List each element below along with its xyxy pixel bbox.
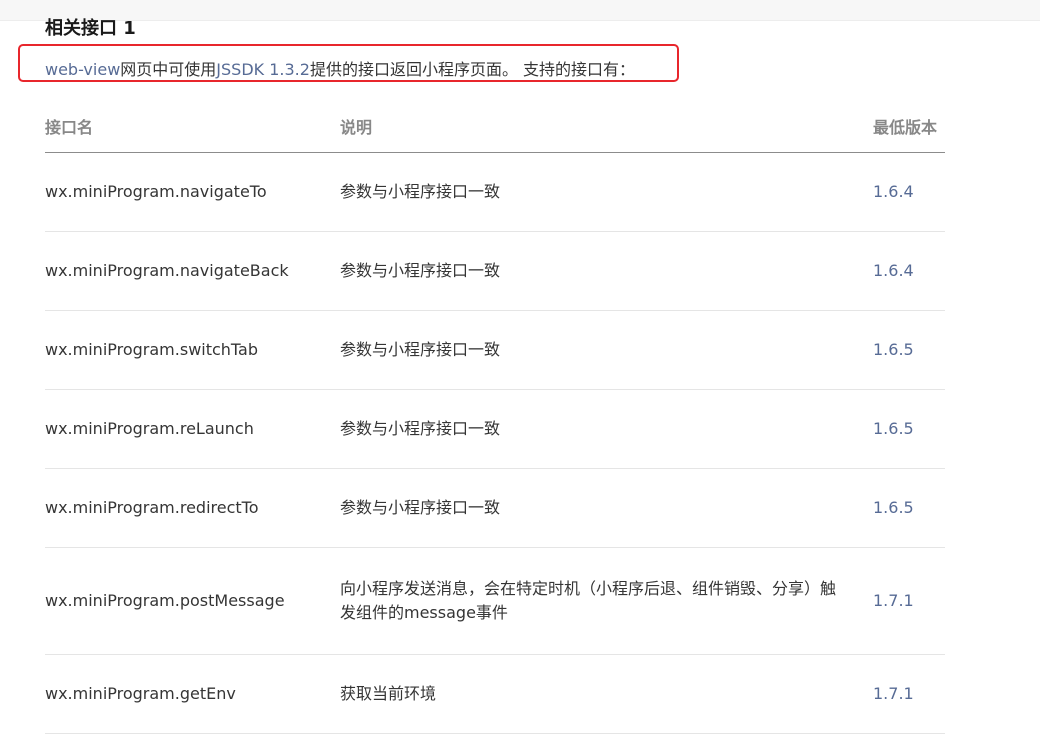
api-name: wx.miniProgram.navigateTo [45,152,340,232]
table-row: wx.miniProgram.getEnv 获取当前环境 1.7.1 [45,654,945,734]
api-version: 1.6.4 [873,152,945,232]
api-description: 参数与小程序接口一致 [340,310,873,390]
header-description: 说明 [340,100,873,153]
api-name: wx.miniProgram.redirectTo [45,468,340,548]
jssdk-link[interactable]: JSSDK 1.3.2 [216,60,310,79]
api-name: wx.miniProgram.reLaunch [45,389,340,469]
api-description: 参数与小程序接口一致 [340,468,873,548]
api-version: 1.6.5 [873,310,945,390]
header-min-version: 最低版本 [873,100,945,153]
api-description: 向小程序发送消息，会在特定时机（小程序后退、组件销毁、分享）触发组件的messa… [340,547,873,655]
api-version: 1.6.5 [873,468,945,548]
api-version: 1.6.4 [873,231,945,311]
intro-text-2: 提供的接口返回小程序页面。 支持的接口有： [309,60,636,79]
api-description: 参数与小程序接口一致 [340,389,873,469]
header-api-name: 接口名 [45,100,340,153]
table-row: wx.miniProgram.switchTab 参数与小程序接口一致 1.6.… [45,310,945,390]
api-name: wx.miniProgram.postMessage [45,547,340,655]
table-row: wx.miniProgram.redirectTo 参数与小程序接口一致 1.6… [45,468,945,548]
table-row: wx.miniProgram.postMessage 向小程序发送消息，会在特定… [45,547,945,655]
api-description: 参数与小程序接口一致 [340,231,873,311]
api-version: 1.6.5 [873,389,945,469]
table-header-row: 接口名 说明 最低版本 [45,100,945,153]
top-strip [0,0,1040,21]
api-name: wx.miniProgram.getEnv [45,654,340,734]
api-name: wx.miniProgram.switchTab [45,310,340,390]
intro-text-1: 网页中可使用 [120,60,217,79]
table-row: wx.miniProgram.reLaunch 参数与小程序接口一致 1.6.5 [45,389,945,469]
api-description: 参数与小程序接口一致 [340,152,873,232]
table-row: wx.miniProgram.navigateBack 参数与小程序接口一致 1… [45,231,945,311]
intro-paragraph: web-view网页中可使用JSSDK 1.3.2提供的接口返回小程序页面。 支… [45,59,635,81]
section-title: 相关接口 1 [45,18,136,39]
web-view-link[interactable]: web-view [45,60,120,79]
api-name: wx.miniProgram.navigateBack [45,231,340,311]
table-row: wx.miniProgram.navigateTo 参数与小程序接口一致 1.6… [45,152,945,232]
api-table: 接口名 说明 最低版本 wx.miniProgram.navigateTo 参数… [45,100,945,734]
api-version: 1.7.1 [873,547,945,655]
api-description: 获取当前环境 [340,654,873,734]
api-version: 1.7.1 [873,654,945,734]
